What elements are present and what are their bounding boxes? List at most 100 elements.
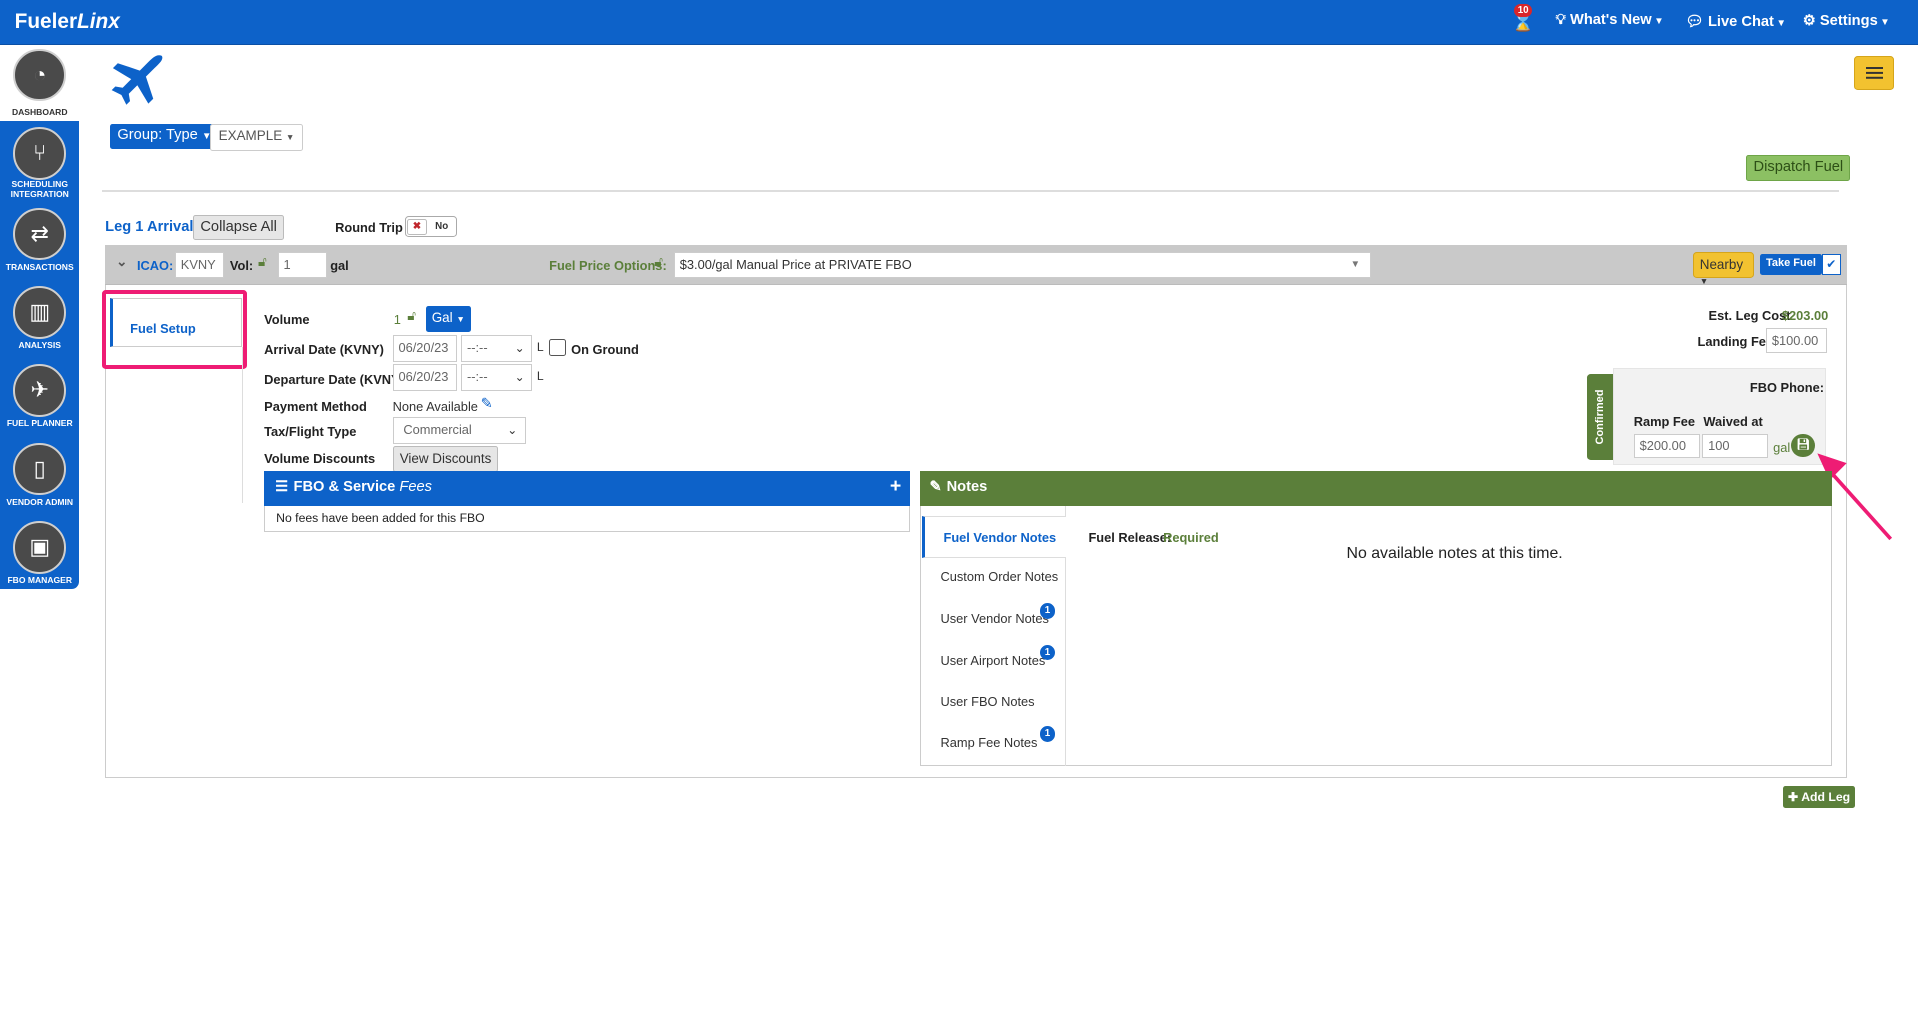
divider bbox=[242, 347, 244, 503]
chevron-down-icon: ⌄ bbox=[514, 370, 525, 385]
caret-down-icon: ▼ bbox=[1699, 275, 1709, 286]
bar-chart-icon: ▥ bbox=[13, 286, 67, 339]
highlight-box bbox=[101, 289, 248, 370]
confirmed-tab[interactable]: Confirmed bbox=[1587, 374, 1614, 460]
plane-icon: ✈ bbox=[13, 364, 67, 418]
est-leg-cost-label: Est. Leg Cost bbox=[1708, 308, 1791, 324]
fbo-panel: FBO Phone: Ramp Fee Waived at $200.00 10… bbox=[1613, 368, 1826, 465]
unlock-icon[interactable]: 🔓︎ bbox=[654, 254, 663, 270]
volume-input[interactable]: 1 bbox=[277, 251, 327, 278]
payment-method-value: None Available bbox=[392, 398, 478, 414]
notification-badge: 10 bbox=[1514, 3, 1533, 18]
live-chat-menu[interactable]: 💬︎ Live Chat ▼ bbox=[1685, 12, 1786, 30]
gear-icon: ⚙ bbox=[1802, 13, 1816, 30]
on-ground-checkbox[interactable] bbox=[549, 338, 567, 356]
gauge-icon: ◔ bbox=[13, 48, 67, 102]
icao-input[interactable]: KVNY bbox=[174, 251, 224, 278]
menu-button[interactable] bbox=[1854, 56, 1895, 91]
leg-header: ⌄ ICAO: KVNY Vol: 🔓︎ 1 gal Fuel Price Op… bbox=[105, 244, 1847, 286]
arrival-date-label: Arrival Date (KVNY) bbox=[264, 342, 384, 358]
group-type-button[interactable]: Group: Type ▼ bbox=[110, 123, 219, 149]
chevron-down-icon: ⌄ bbox=[507, 423, 518, 438]
caret-down-icon: ▼ bbox=[1350, 258, 1361, 270]
notes-tab-fuel-vendor[interactable]: Fuel Vendor Notes bbox=[922, 516, 1067, 558]
app-logo[interactable]: FuelerLinx bbox=[15, 10, 120, 34]
unlock-icon[interactable]: 🔓︎ bbox=[407, 308, 416, 324]
example-button[interactable]: EXAMPLE ▼ bbox=[210, 123, 303, 151]
add-leg-button[interactable]: ✚ Add Leg bbox=[1783, 786, 1855, 808]
top-bar: FuelerLinx ⌛ 10 💡︎ What's New ▼ 💬︎ Live C… bbox=[0, 0, 1918, 46]
sidebar-item-vendor-admin[interactable]: ▯ VENDOR ADMIN bbox=[0, 439, 79, 517]
landing-fee-label: Landing Fee bbox=[1697, 333, 1774, 349]
sidebar-item-transactions[interactable]: ⇄ TRANSACTIONS bbox=[0, 204, 79, 282]
departure-date-label: Departure Date (KVNY) bbox=[264, 371, 404, 387]
departure-time-input[interactable]: --:-- ⌄ bbox=[461, 364, 532, 392]
take-fuel-button[interactable]: Take Fuel bbox=[1759, 254, 1823, 276]
sidebar-item-analysis[interactable]: ▥ ANALYSIS bbox=[0, 283, 79, 361]
notes-tab-user-fbo[interactable]: User FBO Notes bbox=[922, 681, 1066, 723]
fbo-service-fees-header: ☰ FBO & Service Fees + bbox=[264, 470, 910, 507]
edit-icon[interactable]: ✎ bbox=[481, 395, 493, 412]
caret-down-icon: ▼ bbox=[1880, 17, 1890, 29]
landing-fee-input[interactable]: $100.00 bbox=[1766, 327, 1828, 354]
plus-icon: ✚ bbox=[1788, 790, 1799, 805]
fuel-release-value: Required bbox=[1163, 529, 1219, 545]
volume-label: Volume bbox=[264, 311, 310, 327]
caret-down-icon: ▼ bbox=[1654, 16, 1664, 28]
est-leg-cost-value: $203.00 bbox=[1781, 308, 1829, 324]
caret-down-icon: ▼ bbox=[1776, 18, 1787, 30]
check-icon[interactable]: ✔ bbox=[1822, 254, 1841, 276]
sidebar: ◔ DASHBOARD ⑂ SCHEDULING INTEGRATION ⇄ T… bbox=[0, 45, 80, 590]
fork-icon: ⑂ bbox=[13, 127, 67, 180]
list-icon: ☰ bbox=[275, 479, 289, 496]
payment-method-label: Payment Method bbox=[264, 398, 367, 414]
arrival-time-input[interactable]: --:-- ⌄ bbox=[461, 335, 532, 362]
whats-new-menu[interactable]: 💡︎ What's New ▼ bbox=[1556, 12, 1664, 28]
notes-empty-message: No available notes at this time. bbox=[1346, 545, 1563, 563]
volume-discounts-label: Volume Discounts bbox=[264, 451, 376, 467]
arrows-icon: ⇄ bbox=[13, 207, 67, 261]
hamburger-icon bbox=[1866, 67, 1884, 70]
x-icon: ✖ bbox=[407, 218, 427, 235]
sidebar-item-dashboard[interactable]: ◔ DASHBOARD bbox=[0, 45, 80, 122]
sidebar-item-fuel-planner[interactable]: ✈ FUEL PLANNER bbox=[0, 361, 79, 439]
airplane-icon bbox=[111, 55, 162, 106]
chevron-down-icon: ⌄ bbox=[514, 341, 525, 356]
round-trip-label: Round Trip bbox=[335, 220, 403, 236]
view-discounts-button[interactable]: View Discounts bbox=[392, 446, 499, 472]
fuel-release-label: Fuel Release: bbox=[1088, 529, 1172, 545]
fuel-price-label: Fuel Price Options: bbox=[549, 258, 667, 274]
arrival-date-input[interactable]: 06/20/23 bbox=[392, 335, 458, 362]
divider bbox=[101, 189, 1840, 192]
caret-down-icon: ▼ bbox=[285, 132, 295, 143]
clipboard-icon: ▣ bbox=[13, 520, 67, 574]
on-ground-label: On Ground bbox=[571, 342, 639, 358]
chevron-down-icon[interactable]: ⌄ bbox=[116, 254, 127, 270]
count-badge: 1 bbox=[1039, 602, 1056, 619]
settings-menu[interactable]: ⚙ Settings ▼ bbox=[1803, 12, 1890, 29]
caret-down-icon: ▼ bbox=[456, 314, 465, 325]
ramp-fee-input[interactable]: $200.00 bbox=[1633, 433, 1700, 459]
document-icon: ▯ bbox=[13, 442, 67, 496]
notes-tabs: Fuel Vendor Notes Custom Order Notes Use… bbox=[922, 506, 1067, 766]
departure-date-input[interactable]: 06/20/23 bbox=[392, 364, 458, 392]
unit-select[interactable]: Gal ▼ bbox=[425, 305, 471, 333]
collapse-all-button[interactable]: Collapse All bbox=[193, 215, 285, 241]
round-trip-toggle[interactable]: ✖ No bbox=[404, 216, 458, 238]
fuel-price-select[interactable]: $3.00/gal Manual Price at PRIVATE FBO ▼ bbox=[673, 251, 1371, 278]
dispatch-fuel-button[interactable]: Dispatch Fuel bbox=[1746, 155, 1851, 181]
sidebar-item-fbo-manager[interactable]: ▣ FBO MANAGER bbox=[0, 517, 79, 595]
leg-title: Leg 1 Arrival bbox=[105, 218, 194, 235]
notes-tab-custom-order[interactable]: Custom Order Notes bbox=[922, 556, 1066, 598]
tax-flight-type-label: Tax/Flight Type bbox=[264, 424, 357, 440]
fees-empty-message: No fees have been added for this FBO bbox=[264, 506, 910, 532]
unlock-icon[interactable]: 🔓︎ bbox=[258, 254, 267, 270]
notes-header: ✎ Notes bbox=[919, 470, 1833, 507]
plus-icon[interactable]: + bbox=[890, 475, 901, 498]
waived-at-input[interactable]: 100 bbox=[1702, 433, 1769, 459]
chat-icon: 💬︎ bbox=[1685, 14, 1704, 31]
sidebar-item-scheduling[interactable]: ⑂ SCHEDULING INTEGRATION bbox=[0, 124, 79, 202]
tax-flight-type-select[interactable]: Commercial ⌄ bbox=[392, 417, 526, 444]
nearby-button[interactable]: Nearby ▼ bbox=[1692, 251, 1754, 286]
lightbulb-icon: 💡︎ bbox=[1555, 12, 1566, 29]
